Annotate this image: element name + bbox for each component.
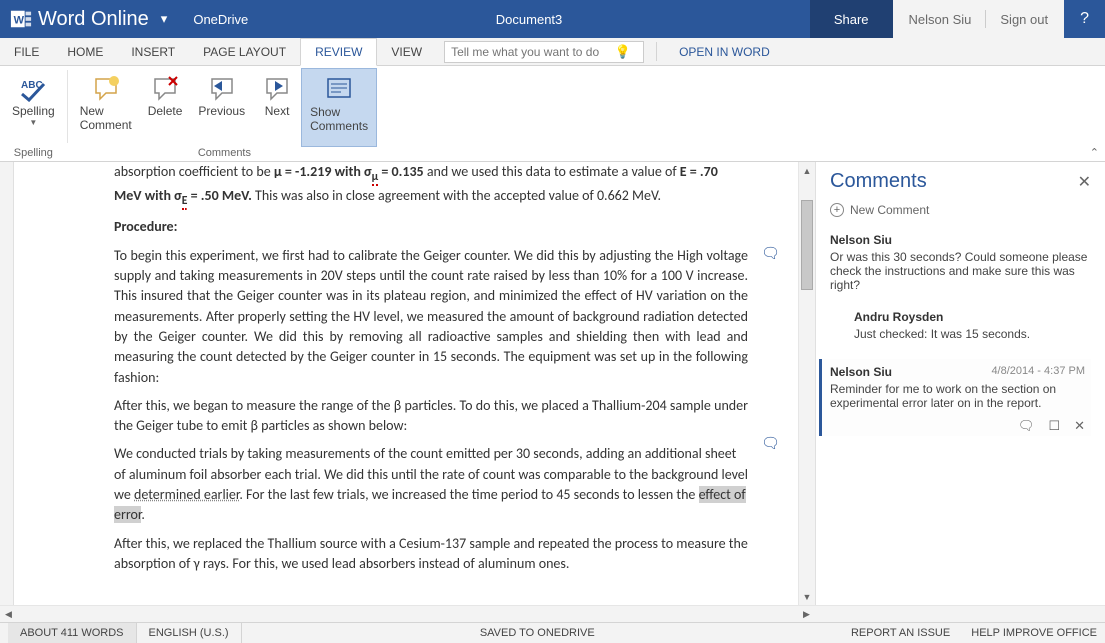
svg-text:W: W (14, 15, 25, 27)
close-icon[interactable]: ✕ (1078, 172, 1091, 192)
document-title[interactable]: Document3 (248, 12, 810, 27)
sign-out-link[interactable]: Sign out (1000, 12, 1048, 27)
comment-author: Nelson Siu (830, 365, 892, 379)
delete-comment-button[interactable]: Delete (140, 68, 191, 147)
chevron-down-icon: ▼ (29, 118, 37, 128)
lightbulb-icon: 💡 (615, 44, 631, 60)
tab-view[interactable]: VIEW (377, 38, 436, 65)
resolve-icon[interactable]: ☐ (1048, 418, 1060, 434)
comment-marker-icon[interactable]: 🗨 (761, 244, 780, 266)
scroll-up-icon[interactable]: ▲ (799, 162, 815, 179)
previous-icon (206, 72, 238, 104)
comment-thread-selected[interactable]: Nelson Siu 4/8/2014 - 4:37 PM Reminder fo… (819, 359, 1091, 436)
word-icon: W (10, 8, 32, 30)
title-bar: W Word Online ▾ OneDrive Document3 Share… (0, 0, 1105, 38)
tab-file[interactable]: FILE (0, 38, 53, 65)
reply-icon[interactable]: 🗨 (1018, 418, 1035, 434)
previous-comment-button[interactable]: Previous (190, 68, 253, 147)
next-comment-button[interactable]: Next (253, 68, 301, 147)
tell-me-search[interactable]: 💡 (444, 41, 644, 63)
comment-author: Andru Roysden (854, 310, 1091, 324)
show-comments-icon (323, 73, 355, 105)
tell-me-input[interactable] (451, 45, 615, 59)
report-issue-link[interactable]: REPORT AN ISSUE (851, 627, 950, 639)
tab-page-layout[interactable]: PAGE LAYOUT (189, 38, 300, 65)
save-status: SAVED TO ONEDRIVE (242, 627, 833, 639)
delete-icon (149, 72, 181, 104)
document-page[interactable]: absorption coefficient to be μ = -1.219 … (14, 162, 798, 605)
tab-home[interactable]: HOME (53, 38, 117, 65)
tab-insert[interactable]: INSERT (117, 38, 189, 65)
help-icon[interactable]: ? (1064, 10, 1105, 28)
comment-thread[interactable]: Nelson Siu Or was this 30 seconds? Could… (830, 233, 1091, 292)
group-label: Spelling (14, 147, 53, 161)
ribbon-tabs: FILE HOME INSERT PAGE LAYOUT REVIEW VIEW… (0, 38, 1105, 66)
comments-title: Comments✕ (830, 170, 1091, 193)
open-in-word-link[interactable]: OPEN IN WORD (665, 38, 784, 65)
collapse-ribbon-icon[interactable]: ⌃ (1090, 146, 1099, 159)
app-name: Word Online (38, 8, 149, 31)
comment-marker-icon[interactable]: 🗨 (761, 434, 780, 456)
new-comment-icon (90, 72, 122, 104)
new-comment-button[interactable]: NewComment (72, 68, 140, 147)
comment-text: Reminder for me to work on the section o… (830, 382, 1085, 410)
ribbon-group-comments: NewComment Delete Previous Next ShowComm… (68, 66, 381, 161)
comments-pane: Comments✕ +New Comment Nelson Siu Or was… (815, 162, 1105, 605)
chevron-down-icon[interactable]: ▾ (161, 11, 168, 27)
divider (985, 10, 986, 28)
location-breadcrumb[interactable]: OneDrive (193, 12, 248, 27)
status-bar: ABOUT 411 WORDS ENGLISH (U.S.) SAVED TO … (0, 622, 1105, 643)
comment-author: Nelson Siu (830, 233, 1091, 247)
scroll-left-icon[interactable]: ◀ (0, 606, 17, 622)
share-button[interactable]: Share (810, 0, 893, 38)
divider (656, 42, 657, 61)
comment-text: Or was this 30 seconds? Could someone pl… (830, 250, 1091, 292)
comment-text: Just checked: It was 15 seconds. (854, 327, 1091, 341)
word-count[interactable]: ABOUT 411 WORDS (8, 623, 137, 643)
app-logo[interactable]: W Word Online ▾ (0, 3, 181, 36)
plus-icon: + (830, 203, 844, 217)
language[interactable]: ENGLISH (U.S.) (137, 623, 242, 643)
tab-review[interactable]: REVIEW (300, 38, 377, 66)
help-improve-link[interactable]: HELP IMPROVE OFFICE (971, 627, 1097, 639)
scroll-thumb[interactable] (801, 200, 813, 290)
comment-time: 4/8/2014 - 4:37 PM (991, 365, 1085, 382)
left-gutter (0, 162, 14, 605)
document-area: absorption coefficient to be μ = -1.219 … (0, 162, 815, 605)
vertical-scrollbar[interactable]: ▲ ▼ (798, 162, 815, 605)
spelling-button[interactable]: ABC Spelling ▼ (4, 68, 63, 147)
delete-comment-icon[interactable]: ✕ (1074, 418, 1085, 434)
next-icon (261, 72, 293, 104)
scroll-right-icon[interactable]: ▶ (798, 606, 815, 622)
new-comment-pane-button[interactable]: +New Comment (830, 203, 1091, 217)
spelling-icon: ABC (17, 72, 49, 104)
ribbon: ABC Spelling ▼ Spelling NewComment Delet… (0, 66, 1105, 162)
horizontal-scrollbar[interactable]: ◀ ▶ (0, 605, 815, 622)
group-label: Comments (198, 147, 251, 161)
user-name[interactable]: Nelson Siu (909, 12, 972, 27)
comment-reply[interactable]: Andru Roysden Just checked: It was 15 se… (854, 310, 1091, 341)
show-comments-button[interactable]: ShowComments (301, 68, 377, 147)
scroll-down-icon[interactable]: ▼ (799, 588, 815, 605)
ribbon-group-spelling: ABC Spelling ▼ Spelling (0, 66, 67, 161)
